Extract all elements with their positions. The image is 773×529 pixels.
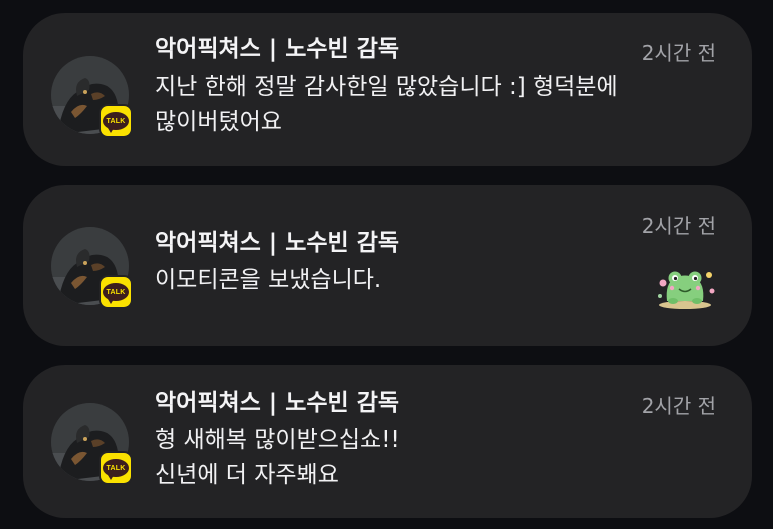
talk-badge-label: TALK xyxy=(106,117,126,125)
talk-badge-label: TALK xyxy=(106,288,126,296)
notification-card[interactable]: TALK 악어픽쳐스 | 노수빈 감독 2시간 전 지난 한해 정말 감사한일 … xyxy=(23,13,752,166)
notification-time: 2시간 전 xyxy=(641,214,716,238)
notification-time: 2시간 전 xyxy=(641,41,716,65)
message-text: 형 새해복 많이받으십쇼!! 신년에 더 자주봬요 xyxy=(155,423,715,493)
message-line: 지난 한해 정말 감사한일 많았습니다 :] 형덕분에 xyxy=(155,74,618,100)
talk-badge-label: TALK xyxy=(106,464,126,472)
message-text: 지난 한해 정말 감사한일 많았습니다 :] 형덕분에 많이버텼어요 xyxy=(155,70,715,140)
message-line: 신년에 더 자주봬요 xyxy=(155,462,339,488)
sender-avatar: TALK xyxy=(51,403,133,485)
message-line: 이모티콘을 보냈습니다. xyxy=(155,267,382,293)
message-text: 이모티콘을 보냈습니다. xyxy=(155,263,715,298)
sender-name: 악어픽쳐스 | 노수빈 감독 xyxy=(155,390,400,416)
kakaotalk-icon: TALK xyxy=(99,104,133,138)
sender-name: 악어픽쳐스 | 노수빈 감독 xyxy=(155,36,400,62)
frog-emoticon-icon xyxy=(651,261,719,313)
sender-avatar: TALK xyxy=(51,56,133,138)
message-line: 많이버텼어요 xyxy=(155,109,282,135)
kakaotalk-icon: TALK xyxy=(99,275,133,309)
notification-card[interactable]: TALK 악어픽쳐스 | 노수빈 감독 2시간 전 형 새해복 많이받으십쇼!!… xyxy=(23,365,752,518)
kakaotalk-icon: TALK xyxy=(99,451,133,485)
sender-avatar: TALK xyxy=(51,227,133,309)
message-line: 형 새해복 많이받으십쇼!! xyxy=(155,427,400,453)
sender-name: 악어픽쳐스 | 노수빈 감독 xyxy=(155,230,400,256)
notification-card[interactable]: TALK 악어픽쳐스 | 노수빈 감독 2시간 전 이모티콘을 보냈습니다. xyxy=(23,185,752,346)
notification-time: 2시간 전 xyxy=(641,394,716,418)
